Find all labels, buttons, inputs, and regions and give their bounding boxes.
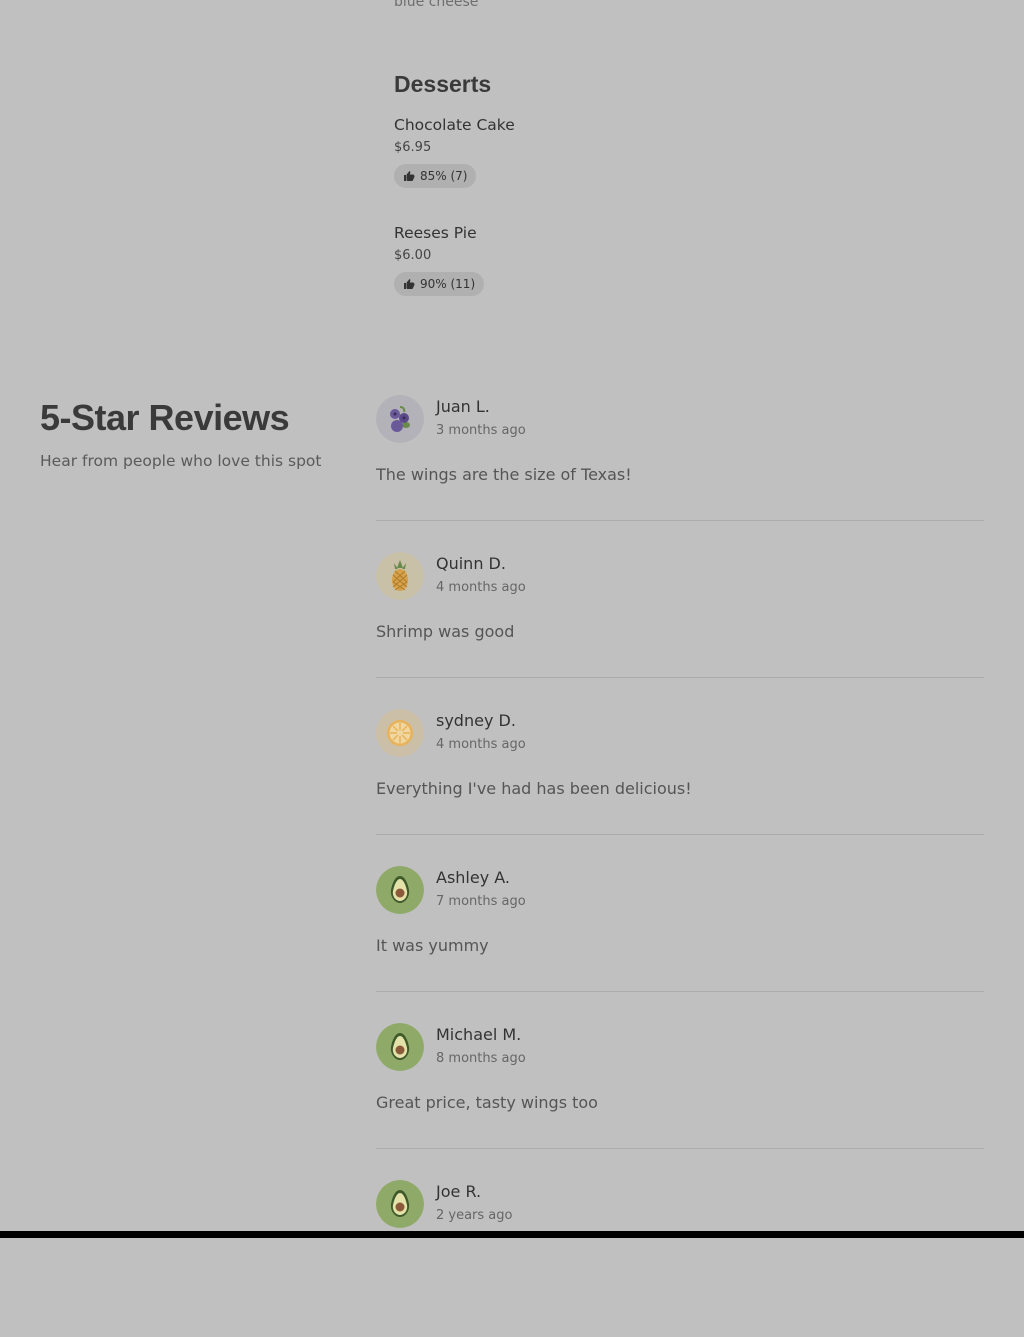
blueberry-icon xyxy=(376,395,424,443)
pineapple-icon xyxy=(376,552,424,600)
avatar xyxy=(376,1023,424,1071)
reviews-subtitle: Hear from people who love this spot xyxy=(40,452,322,470)
menu-item-description: blue cheese xyxy=(394,0,479,10)
reviewer-name: Joe R. xyxy=(436,1182,482,1201)
review-text: Everything I've had has been delicious! xyxy=(376,779,692,798)
divider xyxy=(376,1148,984,1149)
menu-item[interactable]: Reeses Pie $6.00 90% (11) xyxy=(394,220,984,328)
divider xyxy=(376,677,984,678)
review-text: The wings are the size of Texas! xyxy=(376,465,632,484)
review-date: 4 months ago xyxy=(436,580,526,595)
rating-badge: 90% (11) xyxy=(394,272,485,296)
review-date: 8 months ago xyxy=(436,1051,526,1066)
divider xyxy=(376,991,984,992)
review-item: Quinn D. 4 months ago Shrimp was good xyxy=(376,552,984,709)
thumbs-up-icon xyxy=(404,171,415,181)
review-text: It was yummy xyxy=(376,936,489,955)
avocado-icon xyxy=(376,866,424,914)
review-text: Great price, tasty wings too xyxy=(376,1093,598,1112)
avatar xyxy=(376,552,424,600)
review-item: Juan L. 3 months ago The wings are the s… xyxy=(376,395,984,552)
review-date: 2 years ago xyxy=(436,1208,513,1223)
review-date: 7 months ago xyxy=(436,894,526,909)
reviews-header: 5-Star Reviews Hear from people who love… xyxy=(40,392,321,470)
category-title: Desserts xyxy=(394,71,492,97)
rating-badge: 85% (7) xyxy=(394,164,477,188)
rating-text: 85% (7) xyxy=(420,169,468,183)
review-item: Michael M. 8 months ago Great price, tas… xyxy=(376,1023,984,1180)
reviewer-name: Ashley A. xyxy=(436,868,511,887)
reviews-title: 5-Star Reviews xyxy=(40,397,290,438)
avatar xyxy=(376,1180,424,1228)
review-date: 3 months ago xyxy=(436,423,526,438)
menu-item[interactable]: Chocolate Cake $6.95 85% (7) xyxy=(394,112,984,220)
avatar xyxy=(376,866,424,914)
bottom-bar xyxy=(0,1231,1024,1238)
orange-slice-icon xyxy=(376,709,424,757)
review-date: 4 months ago xyxy=(436,737,526,752)
menu-item-price: $6.00 xyxy=(394,248,432,263)
rating-text: 90% (11) xyxy=(420,277,476,291)
reviewer-name: Juan L. xyxy=(436,397,490,416)
avatar xyxy=(376,709,424,757)
menu-item-name: Chocolate Cake xyxy=(394,116,515,134)
divider xyxy=(376,834,984,835)
menu-item-price: $6.95 xyxy=(394,140,432,155)
review-item: Joe R. 2 years ago xyxy=(376,1180,984,1337)
divider xyxy=(376,520,984,521)
review-text: Shrimp was good xyxy=(376,622,515,641)
avatar xyxy=(376,395,424,443)
reviewer-name: Quinn D. xyxy=(436,554,506,573)
reviewer-name: Michael M. xyxy=(436,1025,522,1044)
reviews-list: Juan L. 3 months ago The wings are the s… xyxy=(376,395,984,1337)
avocado-icon xyxy=(376,1023,424,1071)
thumbs-up-icon xyxy=(404,279,415,289)
avocado-icon xyxy=(376,1180,424,1228)
menu-item-name: Reeses Pie xyxy=(394,224,477,242)
review-item: sydney D. 4 months ago Everything I've h… xyxy=(376,709,984,866)
reviewer-name: sydney D. xyxy=(436,711,516,730)
menu-category-desserts: Desserts Chocolate Cake $6.95 85% (7) Re… xyxy=(394,64,984,328)
review-item: Ashley A. 7 months ago It was yummy xyxy=(376,866,984,1023)
